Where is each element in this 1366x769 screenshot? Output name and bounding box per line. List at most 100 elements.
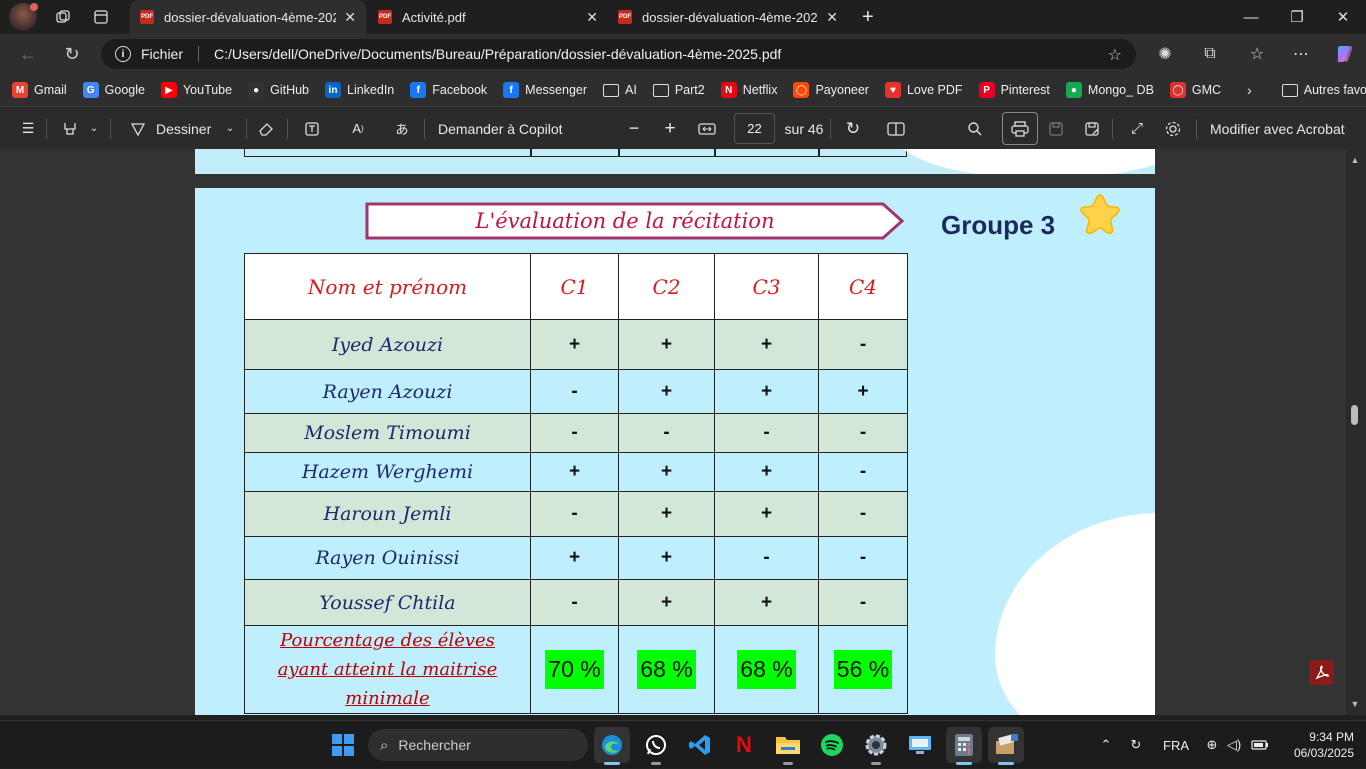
url-input[interactable]: i Fichier C:/Users/dell/OneDrive/Documen… (101, 39, 1136, 69)
calculator-icon (955, 734, 973, 756)
bookmark-item[interactable]: ▶ YouTube (160, 82, 232, 98)
bookmark-item[interactable]: N Netflix (720, 82, 777, 98)
save-as-icon[interactable] (1081, 107, 1103, 150)
favorite-star-icon[interactable]: ☆ (1108, 45, 1122, 65)
taskbar-vscode[interactable] (682, 727, 718, 763)
fit-page-icon[interactable] (696, 107, 718, 150)
search-icon[interactable] (964, 107, 986, 150)
bookmark-item[interactable]: G Google (82, 82, 145, 98)
favorites-icon[interactable]: ☆ (1241, 38, 1273, 70)
bookmark-item[interactable]: f Messenger (503, 82, 587, 98)
bookmark-item[interactable]: M Gmail (12, 82, 67, 98)
bookmark-item[interactable]: P Pinterest (978, 82, 1050, 98)
scroll-up-icon[interactable]: ▲ (1349, 155, 1361, 165)
start-button[interactable] (332, 734, 354, 756)
other-favorites-folder[interactable]: Autres favoris (1281, 83, 1366, 97)
page-view-icon[interactable] (885, 107, 907, 150)
bookmark-item[interactable]: AI (603, 83, 637, 97)
vertical-scrollbar[interactable] (1346, 149, 1366, 715)
bookmark-item[interactable]: ◯ Payoneer (793, 82, 869, 98)
back-button[interactable]: ← (12, 38, 44, 70)
criterion-mark: - (818, 319, 908, 370)
profile-avatar[interactable] (9, 3, 38, 31)
more-options-icon[interactable]: ⋯ (1285, 38, 1317, 70)
title-banner: L'évaluation de la récitation (365, 202, 905, 240)
draw-button[interactable]: Dessiner (156, 107, 216, 150)
taskbar-file-explorer[interactable] (770, 727, 806, 765)
criterion-mark: + (618, 319, 715, 370)
previous-table-divider (714, 149, 716, 157)
taskbar-installer[interactable] (988, 727, 1024, 765)
extensions-icon[interactable]: ⧉ (1194, 38, 1226, 70)
bookmark-item[interactable]: f Facebook (410, 82, 487, 98)
scroll-down-icon[interactable]: ▼ (1349, 699, 1361, 709)
show-hidden-icons[interactable]: ⌃ (1096, 721, 1116, 769)
bookmarks-overflow-button[interactable]: › (1247, 82, 1252, 98)
taskbar-edge[interactable] (594, 727, 630, 765)
taskbar-netflix[interactable]: N (726, 727, 762, 763)
ask-copilot-button[interactable]: Demander à Copilot (438, 107, 578, 150)
installer-icon (996, 734, 1018, 754)
new-tab-button[interactable]: + (852, 0, 886, 34)
taskbar-whatsapp[interactable] (638, 727, 674, 765)
bookmark-label: Part2 (674, 83, 705, 97)
bookmark-item[interactable]: ◯ GMC (1169, 82, 1221, 98)
taskbar-remote-desktop[interactable] (902, 727, 938, 763)
info-icon[interactable]: i (115, 46, 131, 62)
network-icon[interactable]: ⊕ (1202, 721, 1222, 769)
close-icon[interactable]: ✕ (344, 9, 356, 26)
translate-icon[interactable]: あ (390, 107, 414, 150)
chevron-down-icon[interactable]: ⌄ (86, 107, 102, 150)
minimize-button[interactable]: — (1228, 0, 1274, 34)
language-indicator[interactable]: FRA (1162, 721, 1190, 769)
close-icon[interactable]: ✕ (826, 9, 838, 26)
bookmark-item[interactable]: in LinkedIn (325, 82, 394, 98)
battery-icon[interactable] (1250, 721, 1270, 769)
zoom-out-icon[interactable]: − (624, 107, 644, 150)
bookmark-item[interactable]: ● GitHub (248, 82, 309, 98)
taskbar-settings[interactable] (858, 727, 894, 765)
bookmark-item[interactable]: ● Mongo_ DB (1065, 82, 1154, 98)
chevron-up-icon: ⌃ (1100, 737, 1112, 752)
chevron-down-icon[interactable]: ⌄ (222, 107, 238, 150)
rotate-icon[interactable]: ↻ (842, 107, 864, 150)
system-clock[interactable]: 9:34 PM 06/03/2025 (1278, 729, 1354, 761)
restore-button[interactable]: ❐ (1274, 0, 1320, 34)
close-window-button[interactable]: ✕ (1320, 0, 1366, 34)
workspaces-icon[interactable] (51, 5, 75, 29)
draw-icon[interactable] (126, 107, 150, 150)
acrobat-icon[interactable] (1309, 660, 1334, 685)
pdf-viewer[interactable]: L'évaluation de la récitation Groupe 3 N… (0, 149, 1366, 715)
scrollbar-thumb[interactable] (1351, 405, 1358, 425)
eraser-icon[interactable] (254, 107, 278, 150)
edit-with-acrobat-button[interactable]: Modifier avec Acrobat (1210, 107, 1352, 150)
page-number-input[interactable]: 22 (734, 113, 775, 144)
tab-activite[interactable]: PDF Activité.pdf ✕ (368, 0, 608, 34)
fullscreen-icon[interactable]: ⤢ (1126, 107, 1148, 150)
tab-dossier-active[interactable]: PDF dossier-dévaluation-4ème-2025.p ✕ (130, 0, 366, 34)
header-c1: C1 (530, 253, 619, 320)
copilot-sidebar-icon[interactable]: ✺ (1149, 38, 1181, 70)
refresh-button[interactable]: ↻ (56, 38, 88, 70)
save-icon[interactable] (1045, 107, 1067, 150)
bookmark-item[interactable]: Part2 (652, 83, 705, 97)
settings-gear-icon[interactable] (1162, 107, 1184, 150)
zoom-in-icon[interactable]: + (660, 107, 680, 150)
taskbar-spotify[interactable] (814, 727, 850, 763)
toolbar-divider (46, 119, 47, 139)
read-aloud-icon[interactable]: A) (346, 107, 370, 150)
bookmark-item[interactable]: ♥ Love PDF (884, 82, 963, 98)
highlight-icon[interactable] (58, 107, 82, 150)
volume-icon[interactable]: ◁) (1226, 721, 1242, 769)
taskbar-search[interactable]: ⌕ Rechercher (368, 729, 588, 761)
close-icon[interactable]: ✕ (586, 9, 598, 26)
tab-actions-icon[interactable] (89, 5, 113, 29)
contents-icon[interactable]: ☰ (16, 107, 40, 150)
taskbar-calculator[interactable] (946, 727, 982, 765)
print-icon[interactable] (1009, 107, 1031, 150)
tab-dossier-second[interactable]: PDF dossier-dévaluation-4ème-2025.p ✕ (608, 0, 848, 34)
criterion-mark: + (530, 319, 619, 370)
text-box-icon[interactable] (300, 107, 324, 150)
sync-icon[interactable]: ↻ (1126, 721, 1146, 769)
copilot-icon[interactable] (1329, 38, 1361, 70)
